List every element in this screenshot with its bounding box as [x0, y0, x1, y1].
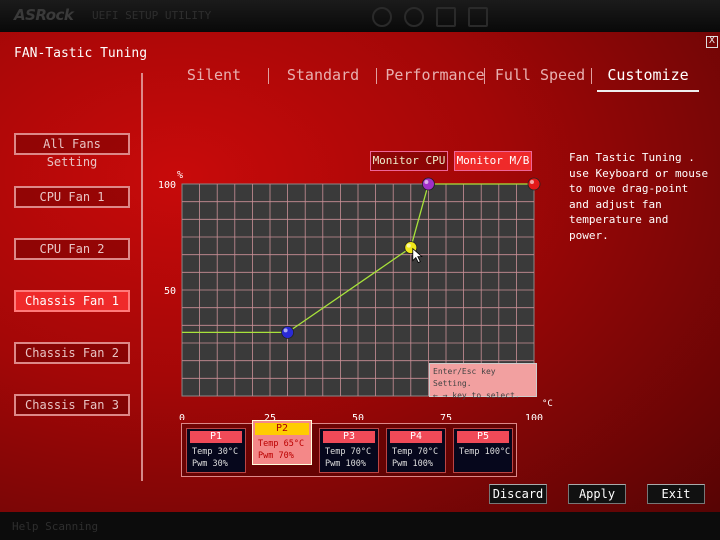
point-p1-temp: Temp 30°C — [192, 447, 239, 457]
point-p3-box[interactable]: P3 Temp 70°C Pwm 100% — [319, 428, 379, 473]
drag-point-highlight — [283, 328, 288, 333]
sidebar-item-all-fans[interactable]: All Fans Setting — [14, 133, 130, 169]
window-title: FAN-Tastic Tuning — [14, 46, 148, 61]
bottom-bar: Help Scanning — [0, 512, 720, 540]
y-tick-label: 50 — [164, 286, 176, 297]
y-tick-label: 100 — [158, 180, 176, 191]
x-tick-label: 75 — [440, 413, 452, 420]
point-p2-name: P2 — [255, 423, 309, 435]
tab-separator — [591, 68, 592, 84]
point-p1-pwm: Pwm 30% — [192, 459, 228, 469]
point-p4-name: P4 — [390, 431, 442, 443]
brand-logo: ASRock — [14, 6, 74, 24]
point-p5-temp: Temp 100°C — [459, 447, 511, 457]
sidebar-item-chassis-fan-3[interactable]: Chassis Fan 3 — [14, 394, 130, 416]
apply-button[interactable]: Apply — [568, 484, 626, 504]
point-p1-box[interactable]: P1 Temp 30°C Pwm 30% — [186, 428, 246, 473]
key-hint-line1: Enter/Esc key Setting. — [433, 367, 496, 388]
close-icon[interactable]: X — [706, 36, 718, 48]
point-p2-box[interactable]: P2 Temp 65°C Pwm 70% — [252, 420, 312, 465]
sidebar-item-cpu-fan-1[interactable]: CPU Fan 1 — [14, 186, 130, 208]
tab-separator — [484, 68, 485, 84]
x-tick-label: 100 — [525, 413, 543, 420]
tools-icon — [404, 7, 424, 27]
points-table: P1 Temp 30°C Pwm 30% P2 Temp 65°C Pwm 70… — [181, 420, 517, 477]
help-text: Fan Tastic Tuning . use Keyboard or mous… — [569, 151, 709, 242]
point-p2-pwm: Pwm 70% — [258, 451, 294, 461]
key-hint-line2: ← → key to select. — [433, 391, 520, 400]
point-p2-temp: Temp 65°C — [258, 439, 305, 449]
point-p3-pwm: Pwm 100% — [325, 459, 366, 469]
drag-point-highlight — [406, 243, 411, 248]
x-unit-label: °C — [542, 399, 553, 409]
point-p3-temp: Temp 70°C — [325, 447, 372, 457]
tab-full-speed[interactable]: Full Speed — [494, 64, 586, 90]
tab-separator — [268, 68, 269, 84]
key-hint: Enter/Esc key Setting. ← → key to select… — [429, 363, 537, 400]
x-tick-label: 50 — [352, 413, 364, 420]
tab-separator — [376, 68, 377, 84]
drag-point-highlight — [424, 180, 429, 184]
drag-point-p4[interactable] — [421, 177, 435, 191]
point-p1-name: P1 — [190, 431, 242, 443]
y-unit-label: % — [177, 170, 183, 181]
sidebar-item-chassis-fan-1[interactable]: Chassis Fan 1 — [14, 290, 130, 312]
x-tick-label: 25 — [264, 413, 276, 420]
point-p3-name: P3 — [323, 431, 375, 443]
utility-title: UEFI SETUP UTILITY — [92, 9, 212, 22]
exit-icon — [468, 7, 488, 27]
tab-customize[interactable]: Customize — [597, 64, 699, 92]
top-bar: ASRock UEFI SETUP UTILITY — [0, 0, 720, 32]
favorite-icon — [436, 7, 456, 27]
point-p4-temp: Temp 70°C — [392, 447, 439, 457]
tab-standard[interactable]: Standard — [283, 64, 363, 90]
tab-performance[interactable]: Performance — [384, 64, 486, 90]
drag-point-p5[interactable] — [527, 177, 541, 191]
point-p5-name: P5 — [457, 431, 509, 443]
drag-point-highlight — [530, 180, 534, 184]
globe-icon — [372, 7, 392, 27]
sidebar-divider — [141, 73, 143, 481]
x-tick-label: 0 — [179, 413, 185, 420]
mode-tabs: Silent Standard Performance Full Speed C… — [160, 64, 720, 94]
point-p4-pwm: Pwm 100% — [392, 459, 433, 469]
tab-silent[interactable]: Silent — [174, 64, 254, 90]
exit-button[interactable]: Exit — [647, 484, 705, 504]
sidebar-item-cpu-fan-2[interactable]: CPU Fan 2 — [14, 238, 130, 260]
discard-button[interactable]: Discard — [489, 484, 547, 504]
point-p5-box[interactable]: P5 Temp 100°C — [453, 428, 513, 473]
sidebar-item-chassis-fan-2[interactable]: Chassis Fan 2 — [14, 342, 130, 364]
bottom-status: Help Scanning — [12, 520, 99, 533]
drag-point-p1[interactable] — [281, 325, 295, 339]
point-p4-box[interactable]: P4 Temp 70°C Pwm 100% — [386, 428, 446, 473]
